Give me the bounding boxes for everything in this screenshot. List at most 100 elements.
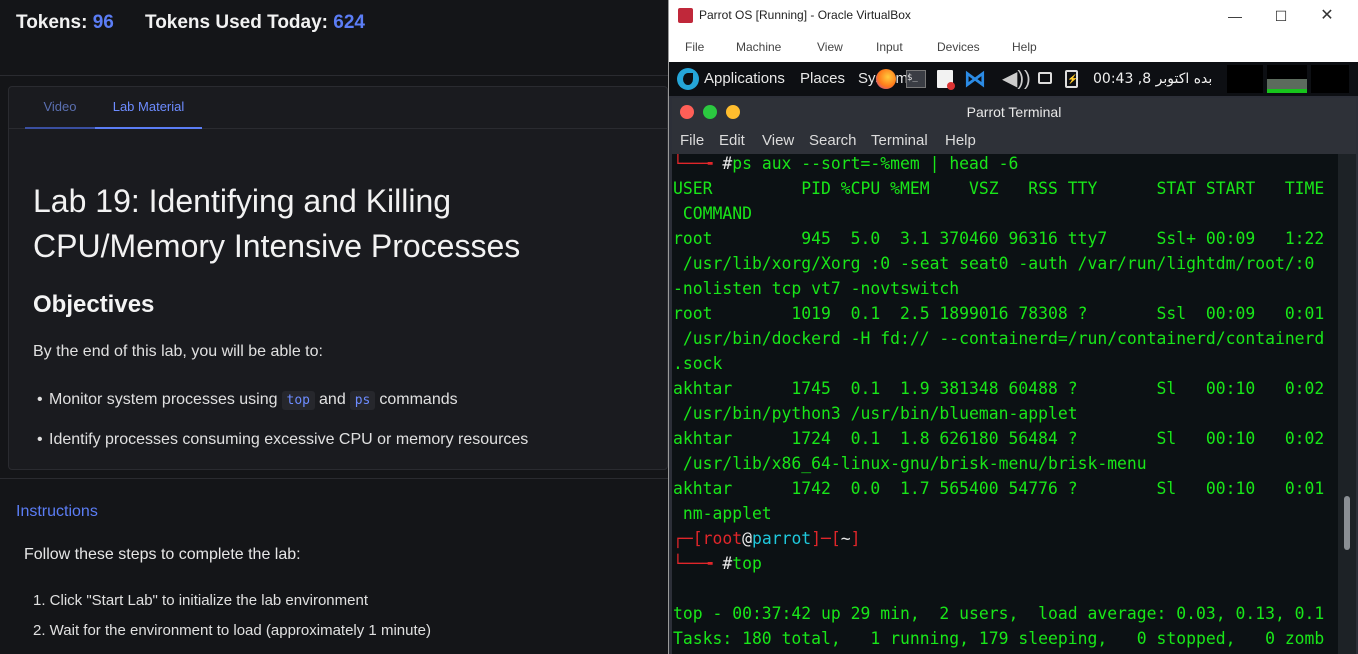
terminal-line: /usr/lib/x86_64-linux-gnu/brisk-menu/bri… — [673, 454, 1147, 473]
terminal-line: .sock — [673, 354, 723, 373]
minimize-button[interactable]: — — [1225, 6, 1245, 26]
scrollbar-thumb[interactable] — [1344, 496, 1350, 550]
vbox-menu-view[interactable]: View — [817, 40, 843, 54]
command-text: ps aux --sort=-%mem | head -6 — [732, 154, 1019, 173]
tokens-value: 96 — [92, 12, 114, 33]
vscode-icon[interactable]: ⋈ — [964, 68, 986, 90]
prompt-hash: # — [722, 154, 733, 173]
terminal-titlebar[interactable]: Parrot Terminal — [672, 98, 1356, 126]
command-text: top — [732, 554, 762, 573]
virtualbox-window: Parrot OS [Running] - Oracle VirtualBox … — [668, 0, 1358, 654]
terminal-line: akhtar 1724 0.1 1.8 626180 56484 ? Sl 00… — [673, 429, 1325, 448]
vbox-menu-file[interactable]: File — [685, 40, 704, 54]
guest-top-panel: Applications Places System $_ ⋈ ◀)) ⚡ 00… — [669, 62, 1358, 96]
vbox-titlebar[interactable]: Parrot OS [Running] - Oracle VirtualBox … — [669, 0, 1358, 32]
tokens-label: Tokens: — [16, 12, 88, 33]
terminal-command-line: └──╼ #ps aux --sort=-%mem | head -6 — [673, 154, 1018, 176]
vbox-menu-input[interactable]: Input — [876, 40, 903, 54]
tokens-today-counter: Tokens Used Today: 624 — [145, 12, 365, 34]
objectives-heading: Objectives — [33, 291, 155, 318]
memory-monitor-graph — [1267, 65, 1307, 93]
objective-item: Identify processes consuming excessive C… — [37, 431, 528, 449]
vbox-menu-devices[interactable]: Devices — [937, 40, 980, 54]
prompt-user: root — [702, 529, 743, 548]
inline-code-top: top — [281, 391, 316, 410]
lab-material-card: Video Lab Material Lab 19: Identifying a… — [8, 86, 668, 470]
terminal-prompt: ┌─[root@parrot]─[~] — [673, 526, 861, 551]
instruction-step: 1. Click "Start Lab" to initialize the l… — [33, 592, 368, 609]
lab-panel: Tokens: 96 Tokens Used Today: 624 Video … — [0, 0, 668, 654]
menu-places[interactable]: Places — [800, 70, 845, 87]
prompt-dir: ~ — [840, 529, 851, 548]
files-icon[interactable] — [937, 70, 955, 90]
tokens-today-value: 624 — [333, 12, 365, 33]
parrot-logo-icon[interactable] — [677, 68, 699, 90]
tokens-counter: Tokens: 96 — [16, 12, 114, 34]
prompt-host: parrot — [751, 529, 812, 548]
vbox-menubar: File Machine View Input Devices Help — [669, 32, 1358, 62]
menu-applications[interactable]: Applications — [704, 70, 785, 87]
tab-lab-material[interactable]: Lab Material — [95, 87, 202, 129]
cpu-monitor-graph — [1227, 65, 1263, 93]
instructions-intro: Follow these steps to complete the lab: — [24, 546, 301, 563]
prompt-sep: ]─[ — [811, 529, 841, 548]
terminal-window: Parrot Terminal File Edit View Search Te… — [672, 98, 1356, 654]
terminal-line: akhtar 1742 0.0 1.7 565400 54776 ? Sl 00… — [673, 479, 1325, 498]
battery-icon[interactable]: ⚡ — [1065, 70, 1078, 88]
inline-code-ps: ps — [349, 391, 376, 410]
terminal-line: root 1019 0.1 2.5 1899016 78308 ? Ssl 00… — [673, 304, 1325, 323]
volume-icon[interactable]: ◀)) — [1002, 68, 1032, 90]
vbox-menu-machine[interactable]: Machine — [736, 40, 781, 54]
firefox-icon[interactable] — [876, 69, 896, 89]
terminal-line: USER PID %CPU %MEM VSZ RSS TTY STAT STAR… — [673, 179, 1325, 198]
vbox-window-title: Parrot OS [Running] - Oracle VirtualBox — [699, 8, 911, 22]
prompt-hash: # — [722, 554, 733, 573]
terminal-menu-search[interactable]: Search — [809, 132, 857, 149]
vbox-menu-help[interactable]: Help — [1012, 40, 1037, 54]
objective-item: Monitor system processes usingtopandpsco… — [37, 391, 458, 410]
terminal-menu-edit[interactable]: Edit — [719, 132, 745, 149]
terminal-menu-view[interactable]: View — [762, 132, 794, 149]
terminal-output[interactable]: └──╼ #ps aux --sort=-%mem | head -6 USER… — [672, 154, 1338, 654]
terminal-menu-file[interactable]: File — [680, 132, 704, 149]
objective-text: and — [319, 391, 346, 408]
terminal-line: akhtar 1745 0.1 1.9 381348 60488 ? Sl 00… — [673, 379, 1325, 398]
terminal-menu-help[interactable]: Help — [945, 132, 976, 149]
terminal-icon[interactable]: $_ — [906, 70, 926, 88]
instruction-step: 2. Wait for the environment to load (app… — [33, 622, 431, 639]
prompt-open: ┌─[ — [673, 529, 703, 548]
lab-title: Lab 19: Identifying and Killing CPU/Memo… — [33, 183, 521, 264]
tokens-bar: Tokens: 96 Tokens Used Today: 624 — [0, 0, 668, 76]
terminal-line: Tasks: 180 total, 1 running, 179 sleepin… — [673, 629, 1325, 648]
instructions-section: Instructions Follow these steps to compl… — [0, 478, 668, 654]
instructions-heading[interactable]: Instructions — [16, 503, 98, 521]
virtualbox-icon — [678, 8, 693, 23]
terminal-line: /usr/bin/python3 /usr/bin/blueman-applet — [673, 404, 1078, 423]
content-tabs: Video Lab Material — [9, 87, 667, 129]
terminal-title: Parrot Terminal — [966, 104, 1062, 120]
terminal-command-line: └──╼ #top — [673, 551, 762, 576]
close-button[interactable]: ✕ — [1317, 6, 1337, 26]
terminal-line: /usr/bin/dockerd -H fd:// --containerd=/… — [673, 329, 1325, 348]
objectives-intro: By the end of this lab, you will be able… — [33, 343, 323, 360]
terminal-menu-terminal[interactable]: Terminal — [871, 132, 928, 149]
prompt-arrow: └──╼ — [673, 154, 723, 173]
tab-video[interactable]: Video — [25, 87, 95, 129]
network-monitor-graph — [1311, 65, 1349, 93]
objective-text: commands — [379, 391, 458, 408]
terminal-line: nm-applet — [673, 504, 772, 523]
terminal-menubar: File Edit View Search Terminal Help — [672, 126, 1356, 154]
terminal-line: top - 00:37:42 up 29 min, 2 users, load … — [673, 604, 1325, 623]
prompt-arrow: └──╼ — [673, 554, 723, 573]
terminal-scrollbar[interactable] — [1338, 154, 1356, 654]
maximize-button[interactable]: ☐ — [1271, 6, 1291, 26]
objective-text: Monitor system processes using — [49, 391, 278, 408]
prompt-close: ] — [850, 529, 861, 548]
terminal-line: COMMAND — [673, 204, 752, 223]
panel-clock[interactable]: 00:43 ,8 بده اکتوبر — [1093, 71, 1212, 87]
terminal-line: /usr/lib/xorg/Xorg :0 -seat seat0 -auth … — [673, 254, 1315, 273]
display-icon[interactable] — [1038, 72, 1052, 84]
prompt-at: @ — [742, 529, 752, 548]
terminal-line: -nolisten tcp vt7 -novtswitch — [673, 279, 960, 298]
guest-desktop: Applications Places System $_ ⋈ ◀)) ⚡ 00… — [669, 62, 1358, 654]
